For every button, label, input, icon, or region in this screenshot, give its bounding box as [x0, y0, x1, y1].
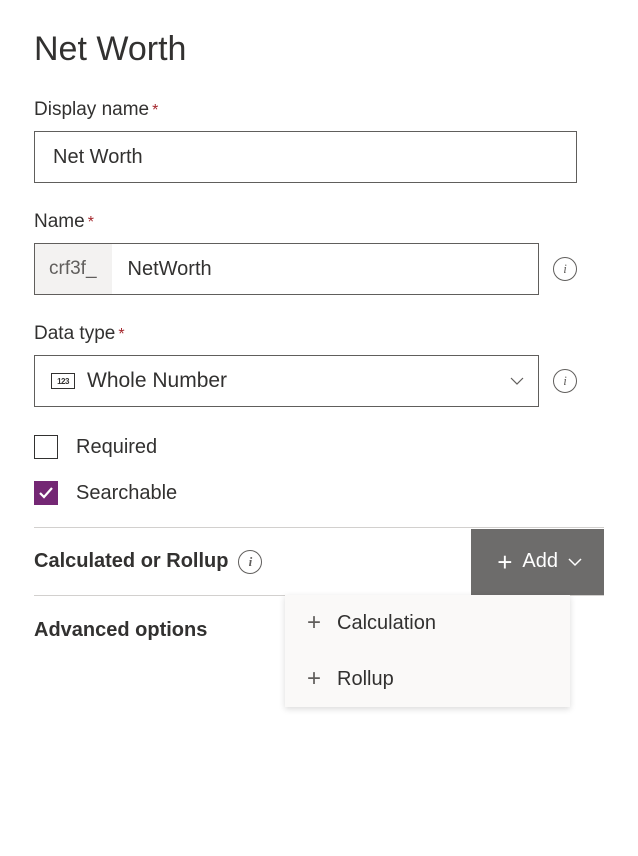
- whole-number-icon: 123: [51, 373, 75, 389]
- required-star: *: [152, 102, 158, 119]
- plus-icon: +: [307, 609, 321, 637]
- name-prefix: crf3f_: [35, 244, 112, 294]
- required-star: *: [118, 326, 124, 343]
- name-input-wrapper: crf3f_: [34, 243, 539, 295]
- info-icon[interactable]: i: [238, 550, 262, 574]
- name-label: Name: [34, 211, 85, 233]
- plus-icon: +: [307, 665, 321, 693]
- data-type-select[interactable]: 123 Whole Number: [34, 355, 539, 407]
- name-input[interactable]: [112, 244, 538, 294]
- display-name-group: Display name*: [34, 99, 604, 183]
- data-type-group: Data type* 123 Whole Number i: [34, 323, 604, 407]
- name-group: Name* crf3f_ i: [34, 211, 604, 295]
- searchable-checkbox-row[interactable]: Searchable: [34, 481, 604, 505]
- required-checkbox[interactable]: [34, 435, 58, 459]
- info-icon[interactable]: i: [553, 257, 577, 281]
- data-type-selected: Whole Number: [87, 369, 498, 393]
- required-star: *: [88, 214, 94, 231]
- menu-item-label: Rollup: [337, 668, 394, 691]
- menu-item-rollup[interactable]: + Rollup: [285, 651, 570, 707]
- searchable-checkbox[interactable]: [34, 481, 58, 505]
- chevron-down-icon: [510, 374, 524, 388]
- page-title: Net Worth: [34, 30, 604, 69]
- info-icon[interactable]: i: [553, 369, 577, 393]
- chevron-down-icon: [568, 555, 582, 569]
- plus-icon: +: [497, 549, 512, 575]
- add-button-label: Add: [522, 550, 558, 573]
- display-name-input[interactable]: [34, 131, 577, 183]
- add-dropdown-menu: + Calculation + Rollup: [285, 595, 570, 707]
- advanced-options-label: Advanced options: [34, 619, 207, 642]
- required-checkbox-row[interactable]: Required: [34, 435, 604, 459]
- display-name-label: Display name: [34, 99, 149, 121]
- menu-item-calculation[interactable]: + Calculation: [285, 595, 570, 651]
- menu-item-label: Calculation: [337, 612, 436, 635]
- add-button[interactable]: + Add: [471, 529, 604, 595]
- required-label: Required: [76, 436, 157, 459]
- calc-rollup-label: Calculated or Rollup: [34, 550, 228, 573]
- searchable-label: Searchable: [76, 482, 177, 505]
- data-type-label: Data type: [34, 323, 115, 345]
- calc-rollup-section: Calculated or Rollup i + Add: [34, 528, 604, 596]
